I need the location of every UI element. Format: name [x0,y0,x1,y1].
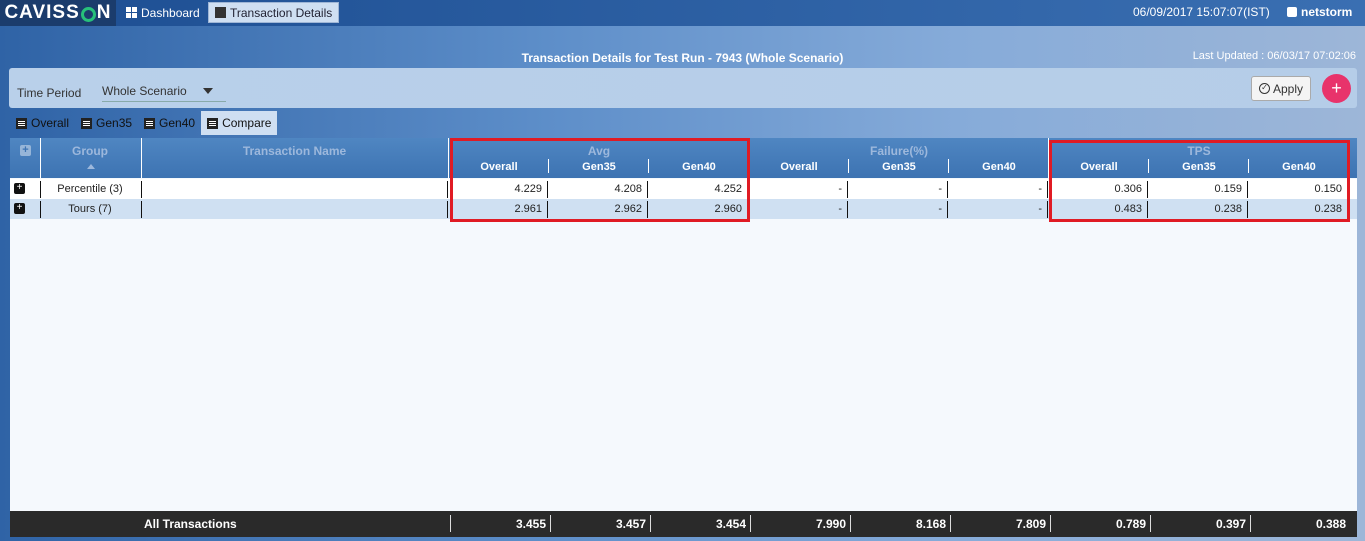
view-tabs: Overall Gen35 Gen40 Compare [10,111,278,136]
tab-gen40[interactable]: Gen40 [138,111,201,135]
divider [847,181,848,198]
divider [848,159,849,173]
divider [448,138,449,178]
nav-tab-dashboard[interactable]: Dashboard [120,2,206,23]
tab-compare[interactable]: Compare [201,111,278,135]
user-name: netstorm [1301,5,1353,19]
divider [141,181,142,198]
footer-avg-gen35: 3.457 [615,517,646,531]
current-datetime: 06/09/2017 15:07:07(IST) [1133,5,1270,19]
user-icon [1287,7,1297,17]
col-header-transaction-name[interactable]: Transaction Name [142,144,447,158]
col-group-failure: Failure(%) [869,144,928,158]
tab-overall[interactable]: Overall [10,111,75,135]
logo-text-end: N [96,2,112,23]
footer-fail-gen35: 8.168 [915,517,946,531]
divider [141,201,142,218]
footer-tps-gen35: 0.397 [1215,517,1246,531]
cell-fail-gen40: - [1038,203,1042,215]
divider [947,201,948,218]
divider [447,201,448,218]
nav-tab-transaction-details[interactable]: Transaction Details [208,2,340,23]
logo-text: CAVISS [4,2,80,23]
footer-avg-overall: 3.455 [515,517,546,531]
divider [141,138,142,178]
page-title: Transaction Details for Test Run - 7943 … [521,51,844,65]
divider [1047,201,1048,218]
cavisson-logo: CAVISS N [0,0,116,26]
cell-fail-gen35: - [938,203,942,215]
nav-tab-label: Transaction Details [230,5,333,20]
dashboard-grid-icon [126,7,137,18]
list-icon [207,117,219,129]
divider [948,159,949,173]
tab-label: Overall [31,116,70,130]
cell-fail-gen35: - [938,183,942,195]
divider [40,181,41,198]
time-period-dropdown[interactable]: Whole Scenario [102,80,226,102]
add-button[interactable]: + [1322,74,1351,103]
cell-group: Percentile (3) [57,183,123,195]
footer-tps-overall: 0.789 [1115,517,1146,531]
top-bar: CAVISS N Dashboard Transaction Details 06… [0,0,1365,26]
tab-label: Gen40 [159,116,196,130]
time-period-value: Whole Scenario [102,83,187,98]
footer-tps-gen40: 0.388 [1315,517,1346,531]
cell-fail-overall: - [838,183,842,195]
last-updated: Last Updated : 06/03/17 07:02:06 [1192,50,1356,62]
divider [1047,181,1048,198]
col-fail-overall[interactable]: Overall [750,161,848,173]
user-menu[interactable]: netstorm [1287,5,1352,19]
check-circle-icon: ✓ [1258,83,1270,94]
list-icon [144,117,156,129]
highlight-tps [1049,140,1350,222]
col-fail-gen35[interactable]: Gen35 [850,161,948,173]
apply-button[interactable]: ✓ Apply [1251,76,1311,101]
totals-footer: All Transactions 3.455 3.457 3.454 7.990… [10,511,1357,537]
expand-all-icon[interactable]: + [20,145,31,156]
expand-row-icon[interactable]: + [14,203,25,214]
tab-gen35[interactable]: Gen35 [75,111,138,135]
nav-tab-label: Dashboard [141,5,200,20]
divider [447,181,448,198]
col-header-group[interactable]: Group [40,144,140,158]
chevron-down-icon [202,87,213,94]
footer-label: All Transactions [144,517,237,531]
cell-group: Tours (7) [68,203,112,215]
footer-fail-overall: 7.990 [815,517,846,531]
list-icon [81,117,93,129]
divider [40,201,41,218]
divider [847,201,848,218]
footer-avg-gen40: 3.454 [715,517,746,531]
time-period-label: Time Period [17,86,82,100]
cell-fail-gen40: - [1038,183,1042,195]
list-icon [16,117,27,129]
transaction-table: + Group Transaction Name Avg Failure(%) … [10,138,1357,511]
col-fail-gen40[interactable]: Gen40 [950,161,1048,173]
footer-fail-gen40: 7.809 [1015,517,1046,531]
expand-row-icon[interactable]: + [14,183,25,194]
divider [40,138,41,178]
filter-bar: Time Period Whole Scenario ✓ Apply + [9,68,1357,108]
sort-asc-icon [87,164,95,169]
tab-label: Compare [222,116,272,130]
divider [947,181,948,198]
cell-fail-overall: - [838,203,842,215]
comment-icon [215,7,226,18]
logo-o-icon [80,6,96,22]
apply-label: Apply [1272,81,1304,96]
highlight-avg [450,138,750,222]
tab-label: Gen35 [96,116,133,130]
